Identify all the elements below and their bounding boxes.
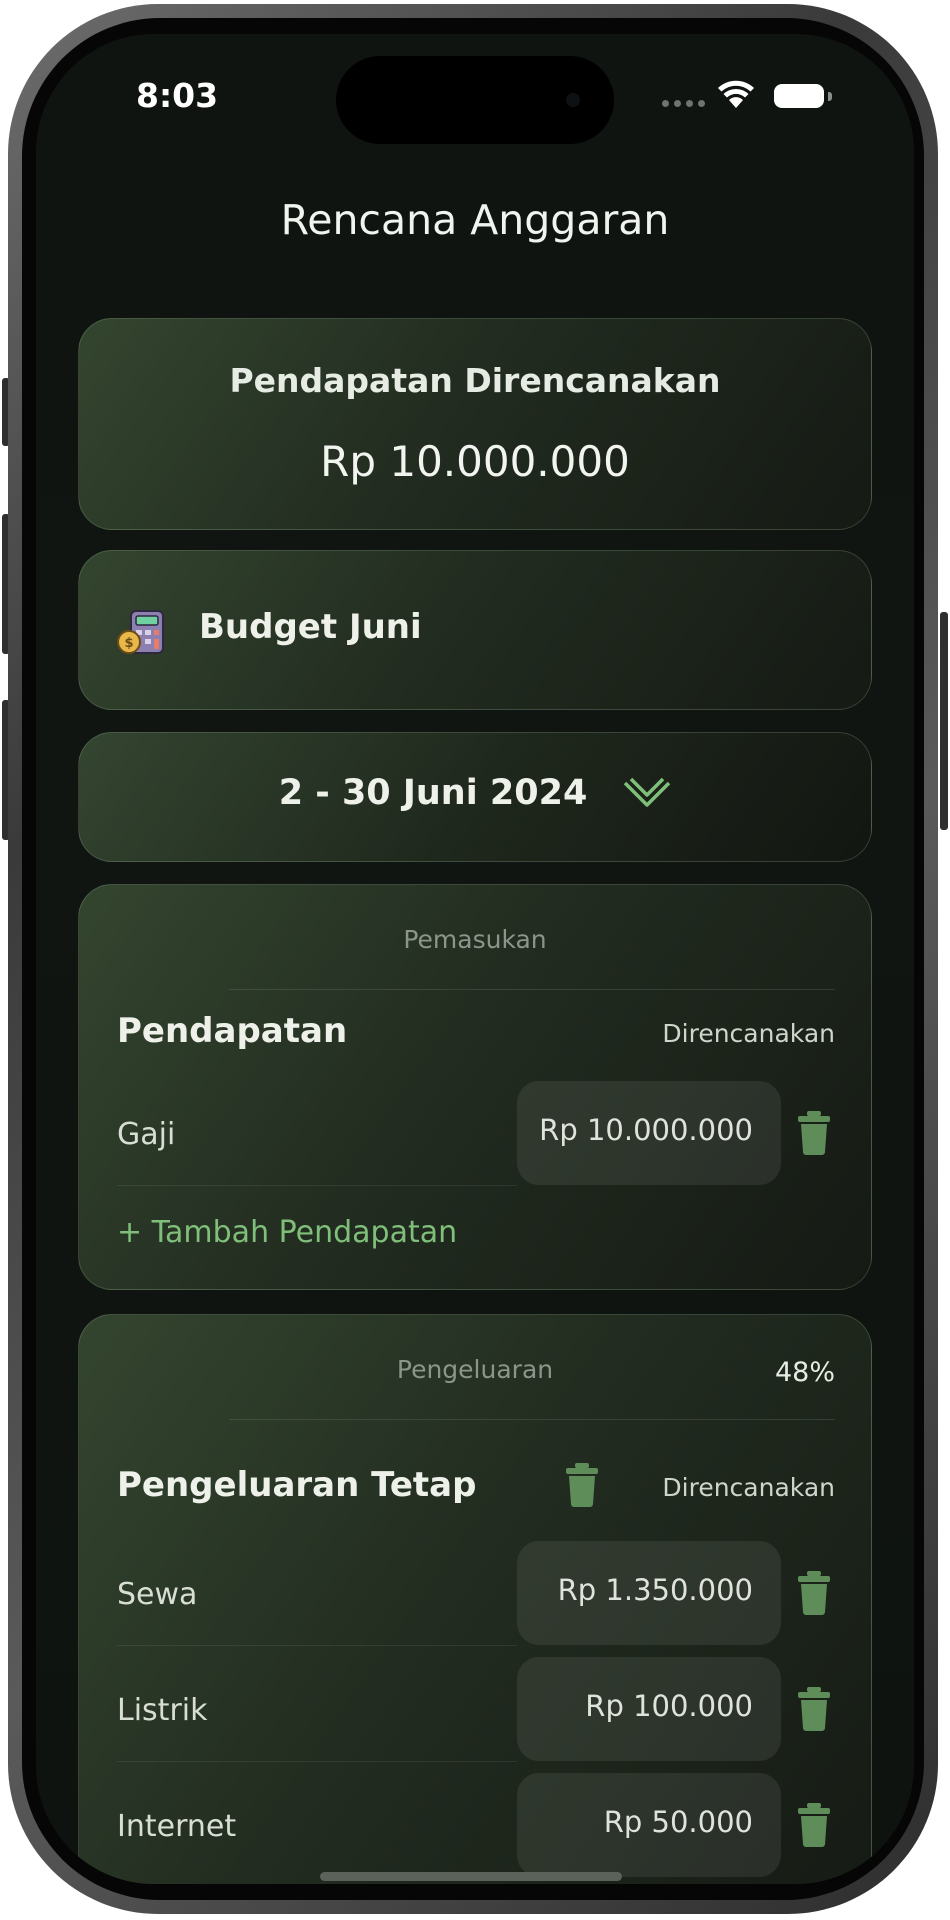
- expense-amount-field[interactable]: Rp 1.350.000: [517, 1541, 781, 1645]
- trash-icon[interactable]: [797, 1571, 831, 1615]
- camera-icon: [566, 93, 580, 107]
- status-time: 8:03: [136, 76, 219, 115]
- expense-group-title: Pengeluaran Tetap: [117, 1465, 477, 1505]
- planned-income-value: Rp 10.000.000: [320, 437, 630, 486]
- calculator-coins-icon: $: [117, 610, 164, 654]
- trash-icon[interactable]: [797, 1687, 831, 1731]
- divider: [229, 989, 835, 990]
- expense-row-label: Internet: [117, 1809, 237, 1844]
- row-divider: [117, 1645, 517, 1646]
- income-amount-field[interactable]: Rp 10.000.000: [517, 1081, 781, 1185]
- wifi-icon: [718, 80, 754, 108]
- power-button[interactable]: [940, 612, 948, 830]
- battery-icon: [774, 84, 824, 108]
- expense-percent: 48%: [774, 1357, 835, 1388]
- budget-name: Budget Juni: [199, 607, 422, 647]
- planned-income-card: Pendapatan Direncanakan Rp 10.000.000: [78, 318, 872, 530]
- income-row-label: Gaji: [117, 1117, 176, 1152]
- period-label: 2 - 30 Juni 2024: [278, 773, 588, 813]
- page-title: Rencana Anggaran: [280, 196, 670, 244]
- expense-section-label: Pengeluaran: [396, 1355, 554, 1384]
- cellular-signal-icon: [662, 100, 705, 107]
- income-section-card: Pemasukan Pendapatan Direncanakan Gaji R…: [78, 884, 872, 1290]
- expense-amount-field[interactable]: Rp 50.000: [517, 1773, 781, 1877]
- divider: [229, 1419, 835, 1420]
- expense-planned-header: Direncanakan: [662, 1473, 835, 1502]
- planned-income-label: Pendapatan Direncanakan: [229, 361, 721, 400]
- row-divider: [117, 1185, 517, 1186]
- budget-name-card[interactable]: $ Budget Juni: [78, 550, 872, 710]
- row-divider: [117, 1761, 517, 1762]
- svg-text:$: $: [124, 636, 133, 651]
- income-planned-header: Direncanakan: [662, 1019, 835, 1048]
- income-amount-value: Rp 10.000.000: [539, 1113, 753, 1147]
- expense-amount-value: Rp 100.000: [585, 1689, 753, 1723]
- expense-section-card: Pengeluaran 48% Pengeluaran Tetap Direnc…: [78, 1314, 872, 1884]
- expense-amount-value: Rp 50.000: [603, 1805, 753, 1839]
- expense-amount-field[interactable]: Rp 100.000: [517, 1657, 781, 1761]
- trash-icon[interactable]: [565, 1463, 599, 1507]
- expense-amount-value: Rp 1.350.000: [557, 1573, 753, 1607]
- income-section-label: Pemasukan: [403, 925, 547, 954]
- income-group-title: Pendapatan: [117, 1011, 348, 1051]
- expense-row-label: Sewa: [117, 1577, 198, 1612]
- dynamic-island: [336, 56, 614, 144]
- add-income-link[interactable]: + Tambah Pendapatan: [117, 1215, 457, 1250]
- battery-tip: [828, 92, 832, 101]
- home-indicator[interactable]: [320, 1872, 622, 1881]
- chevron-down-icon[interactable]: [623, 775, 671, 811]
- app-screen: 8:03 Rencana Anggaran Pendapatan Direnca…: [36, 34, 914, 1884]
- expense-row-label: Listrik: [117, 1693, 208, 1728]
- trash-icon[interactable]: [797, 1803, 831, 1847]
- period-selector[interactable]: 2 - 30 Juni 2024: [78, 732, 872, 862]
- trash-icon[interactable]: [797, 1111, 831, 1155]
